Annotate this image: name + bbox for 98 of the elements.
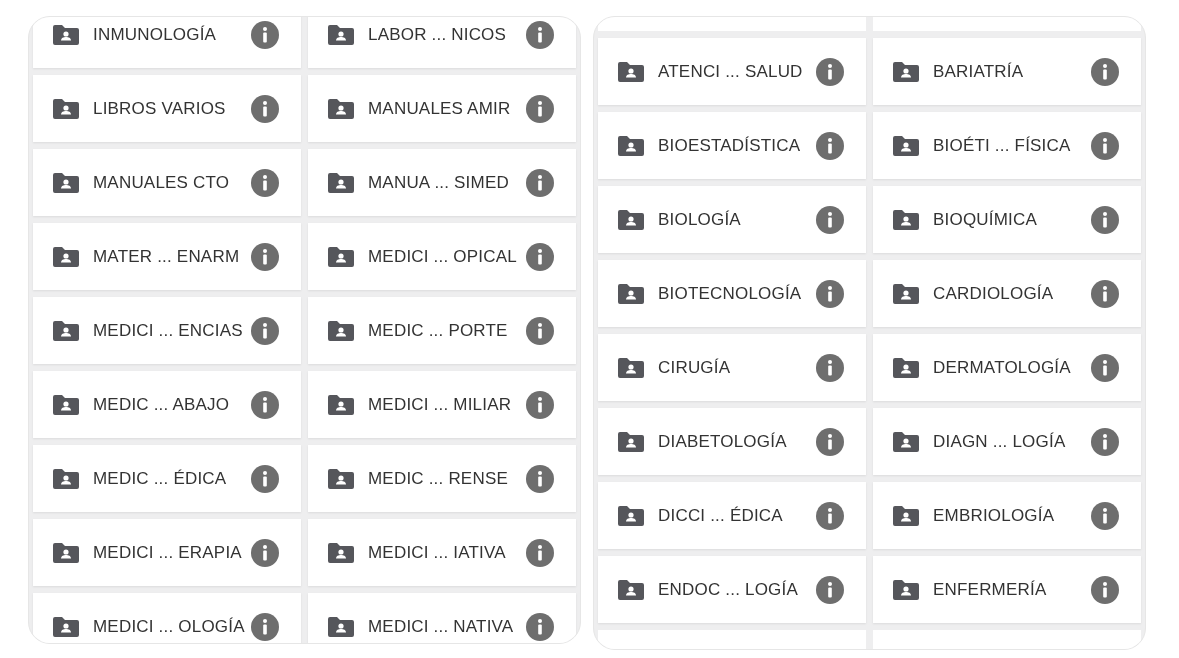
info-icon[interactable]: [1091, 427, 1119, 456]
folder-icon: [618, 61, 644, 82]
folder-name[interactable]: ATENCI ... SALUD: [658, 61, 816, 82]
folder-name[interactable]: EMBRIOLOGÍA: [933, 505, 1091, 526]
info-icon[interactable]: [251, 94, 279, 123]
folder-icon: [618, 209, 644, 230]
folder-name[interactable]: MANUALES CTO: [93, 172, 251, 193]
folder-name[interactable]: DERMATOLOGÍA: [933, 357, 1091, 378]
folder-icon: [893, 283, 919, 304]
info-icon[interactable]: [1091, 501, 1119, 530]
info-icon[interactable]: [1091, 353, 1119, 382]
folder-icon: [893, 579, 919, 600]
folder-name[interactable]: MEDICI ... IATIVA: [368, 542, 526, 563]
info-icon[interactable]: [251, 242, 279, 271]
folder-icon: [618, 357, 644, 378]
folder-icon: [328, 320, 354, 341]
info-icon[interactable]: [251, 316, 279, 345]
folder-name[interactable]: BIOÉTI ... FÍSICA: [933, 135, 1091, 156]
info-icon[interactable]: [526, 316, 554, 345]
folder-name[interactable]: CIRUGÍA: [658, 357, 816, 378]
folder-name[interactable]: MEDICI ... OPICAL: [368, 246, 526, 267]
folder-name[interactable]: BIOESTADÍSTICA: [658, 135, 816, 156]
folder-name[interactable]: MANUA ... SIMED: [368, 172, 526, 193]
folder-icon: [328, 172, 354, 193]
folder-icon: [53, 320, 79, 341]
info-icon[interactable]: [251, 168, 279, 197]
folder-name[interactable]: MANUALES AMIR: [368, 98, 526, 119]
folder-icon: [53, 98, 79, 119]
folder-name[interactable]: DIAGN ... LOGÍA: [933, 431, 1091, 452]
folder-name[interactable]: CARDIOLOGÍA: [933, 283, 1091, 304]
info-icon[interactable]: [816, 57, 844, 86]
folder-icon: [893, 505, 919, 526]
folder-icon: [893, 209, 919, 230]
folder-icon: [53, 172, 79, 193]
folder-icon: [893, 357, 919, 378]
info-icon[interactable]: [816, 353, 844, 382]
folder-icon: [53, 616, 79, 637]
folder-name[interactable]: ENDOC ... LOGÍA: [658, 579, 816, 600]
folder-name[interactable]: DIABETOLOGÍA: [658, 431, 816, 452]
folder-icon: [618, 135, 644, 156]
folder-icon: [328, 24, 354, 45]
folder-icon: [328, 98, 354, 119]
folder-icon: [53, 468, 79, 489]
info-icon[interactable]: [816, 427, 844, 456]
folder-icon: [53, 246, 79, 267]
folder-name[interactable]: MEDICI ... ERAPIA: [93, 542, 251, 563]
folder-icon: [618, 283, 644, 304]
folder-icon: [893, 61, 919, 82]
folder-icon: [893, 135, 919, 156]
folder-icon: [328, 542, 354, 563]
folder-name[interactable]: MEDIC ... ABAJO: [93, 394, 251, 415]
info-icon[interactable]: [251, 612, 279, 641]
folder-name[interactable]: MEDIC ... RENSE: [368, 468, 526, 489]
info-icon[interactable]: [526, 242, 554, 271]
info-icon[interactable]: [1091, 279, 1119, 308]
info-icon[interactable]: [1091, 57, 1119, 86]
folder-icon: [53, 542, 79, 563]
folder-icon: [328, 616, 354, 637]
info-icon[interactable]: [526, 612, 554, 641]
folder-icon: [53, 24, 79, 45]
folder-name[interactable]: MEDICI ... MILIAR: [368, 394, 526, 415]
folder-name[interactable]: DICCI ... ÉDICA: [658, 505, 816, 526]
folder-name[interactable]: BARIATRÍA: [933, 61, 1091, 82]
info-icon[interactable]: [816, 131, 844, 160]
folder-name[interactable]: MEDICI ... ENCIAS: [93, 320, 251, 341]
folder-name[interactable]: MEDIC ... ÉDICA: [93, 468, 251, 489]
info-icon[interactable]: [1091, 575, 1119, 604]
folder-name[interactable]: LIBROS VARIOS: [93, 98, 251, 119]
info-icon[interactable]: [251, 538, 279, 567]
folder-icon: [618, 431, 644, 452]
info-icon[interactable]: [251, 20, 279, 49]
info-icon[interactable]: [816, 575, 844, 604]
folder-icon: [328, 468, 354, 489]
info-icon[interactable]: [526, 168, 554, 197]
folder-name[interactable]: ENFERMERÍA: [933, 579, 1091, 600]
info-icon[interactable]: [1091, 131, 1119, 160]
folder-name[interactable]: MEDIC ... PORTE: [368, 320, 526, 341]
info-icon[interactable]: [816, 205, 844, 234]
folder-name[interactable]: BIOQUÍMICA: [933, 209, 1091, 230]
folder-icon: [53, 394, 79, 415]
folder-icon: [618, 579, 644, 600]
folder-name[interactable]: BIOTECNOLOGÍA: [658, 283, 816, 304]
info-icon[interactable]: [816, 279, 844, 308]
folder-icon: [328, 246, 354, 267]
info-icon[interactable]: [251, 390, 279, 419]
info-icon[interactable]: [526, 94, 554, 123]
info-icon[interactable]: [251, 464, 279, 493]
folder-icon: [618, 505, 644, 526]
info-icon[interactable]: [526, 464, 554, 493]
folder-icon: [328, 394, 354, 415]
info-icon[interactable]: [526, 390, 554, 419]
info-icon[interactable]: [526, 20, 554, 49]
folder-name[interactable]: BIOLOGÍA: [658, 209, 816, 230]
info-icon[interactable]: [1091, 205, 1119, 234]
folder-icon: [893, 431, 919, 452]
info-icon[interactable]: [526, 538, 554, 567]
folder-name[interactable]: MATER ... ENARM: [93, 246, 251, 267]
info-icon[interactable]: [816, 501, 844, 530]
